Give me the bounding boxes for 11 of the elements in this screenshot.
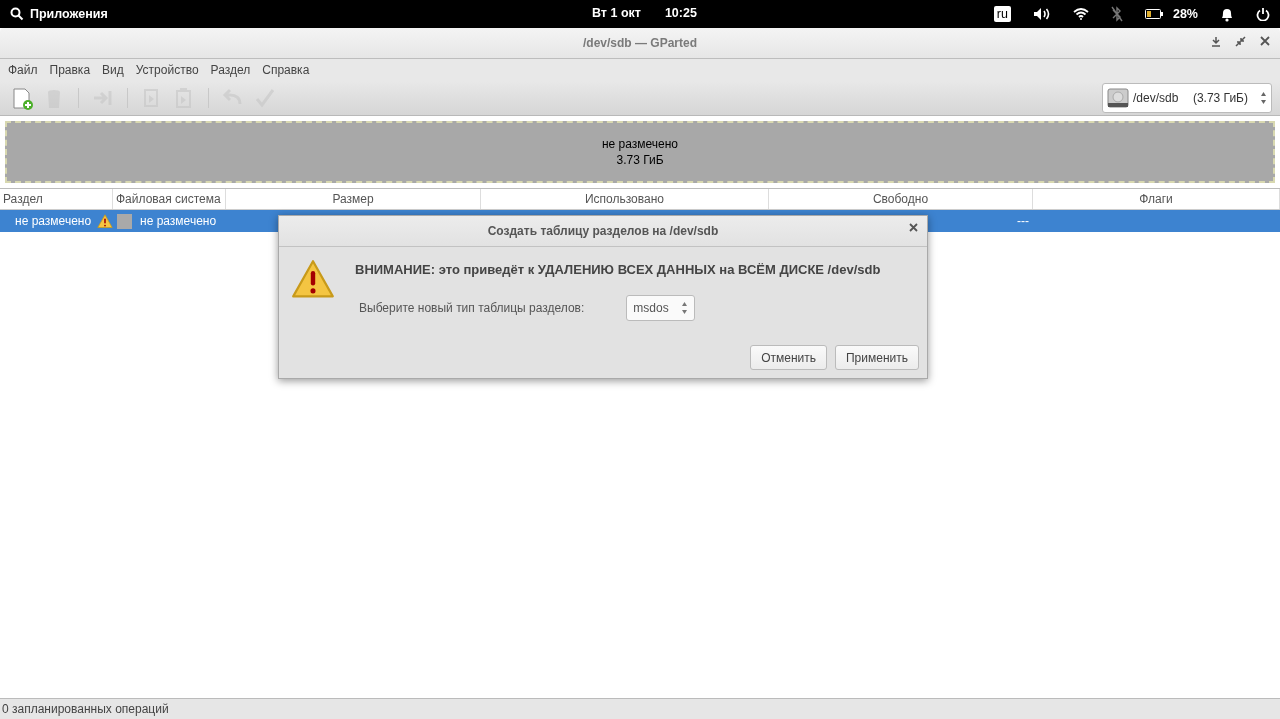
status-text: 0 запланированных операций (2, 702, 169, 716)
partition-size: 3.73 ГиБ (616, 152, 664, 168)
window-title: /dev/sdb — GParted (583, 36, 697, 50)
warning-message: ВНИМАНИЕ: это приведёт к УДАЛЕНИЮ ВСЕХ ДАННЫХ на ВСЁМ ДИСКЕ /dev/sdb (355, 262, 881, 277)
table-cell: не размечено (140, 214, 217, 228)
dialog-title: Создать таблицу разделов на /dev/sdb (487, 224, 719, 238)
partition-label: не размечено (601, 136, 679, 152)
table-cell: не размечено (15, 214, 92, 228)
table-cell: --- (1017, 214, 1029, 228)
battery-percentage: 28% (1172, 7, 1198, 21)
field-label: Выберите новый тип таблицы разделов: (359, 301, 585, 315)
